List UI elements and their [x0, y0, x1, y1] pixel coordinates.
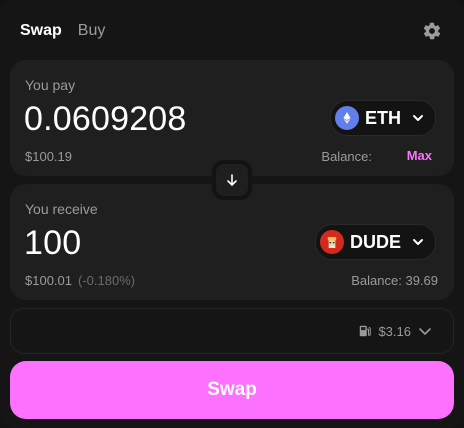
receive-amount-input[interactable]	[24, 224, 314, 263]
settings-gear-icon[interactable]	[422, 21, 442, 41]
switch-direction-button[interactable]	[212, 160, 252, 200]
pay-token-selector[interactable]: ETH	[330, 100, 436, 136]
arrow-down-icon	[227, 174, 237, 186]
receive-panel: You receive DUDE $100.01 (-0.180%) Balanc…	[10, 184, 454, 300]
receive-label: You receive	[25, 201, 98, 217]
eth-icon	[335, 106, 359, 130]
tab-buy[interactable]: Buy	[78, 22, 106, 40]
max-button[interactable]: Max	[407, 148, 432, 163]
pay-token-symbol: ETH	[365, 107, 401, 128]
receive-usd-value: $100.01 (-0.180%)	[25, 273, 135, 288]
chevron-down-icon	[413, 115, 423, 121]
fee-summary: $3.16	[358, 323, 433, 339]
receive-usd-amount: $100.01	[25, 273, 72, 288]
pay-balance-label: Balance:	[321, 149, 372, 164]
fee-details-row[interactable]: $3.16	[10, 308, 454, 354]
mode-tabs: Swap Buy	[20, 22, 105, 40]
chevron-down-icon	[413, 239, 423, 245]
tab-swap[interactable]: Swap	[20, 22, 62, 40]
pay-label: You pay	[25, 77, 76, 93]
dude-token-icon	[319, 230, 344, 254]
price-impact: (-0.180%)	[78, 273, 136, 288]
chevron-down-icon	[419, 328, 431, 335]
pay-amount-input[interactable]	[24, 100, 314, 139]
swap-button[interactable]: Swap	[10, 361, 454, 419]
swap-widget: Swap Buy You pay ETH $100.19 Balance: Ma…	[0, 0, 464, 428]
pay-usd-value: $100.19	[25, 149, 72, 164]
receive-token-symbol: DUDE	[349, 231, 401, 252]
pay-panel: You pay ETH $100.19 Balance: Max	[10, 60, 454, 176]
receive-token-selector[interactable]: DUDE	[314, 224, 436, 260]
gas-pump-icon	[360, 325, 372, 337]
receive-balance: Balance: 39.69	[351, 273, 438, 288]
gas-fee-value: $3.16	[378, 323, 411, 339]
